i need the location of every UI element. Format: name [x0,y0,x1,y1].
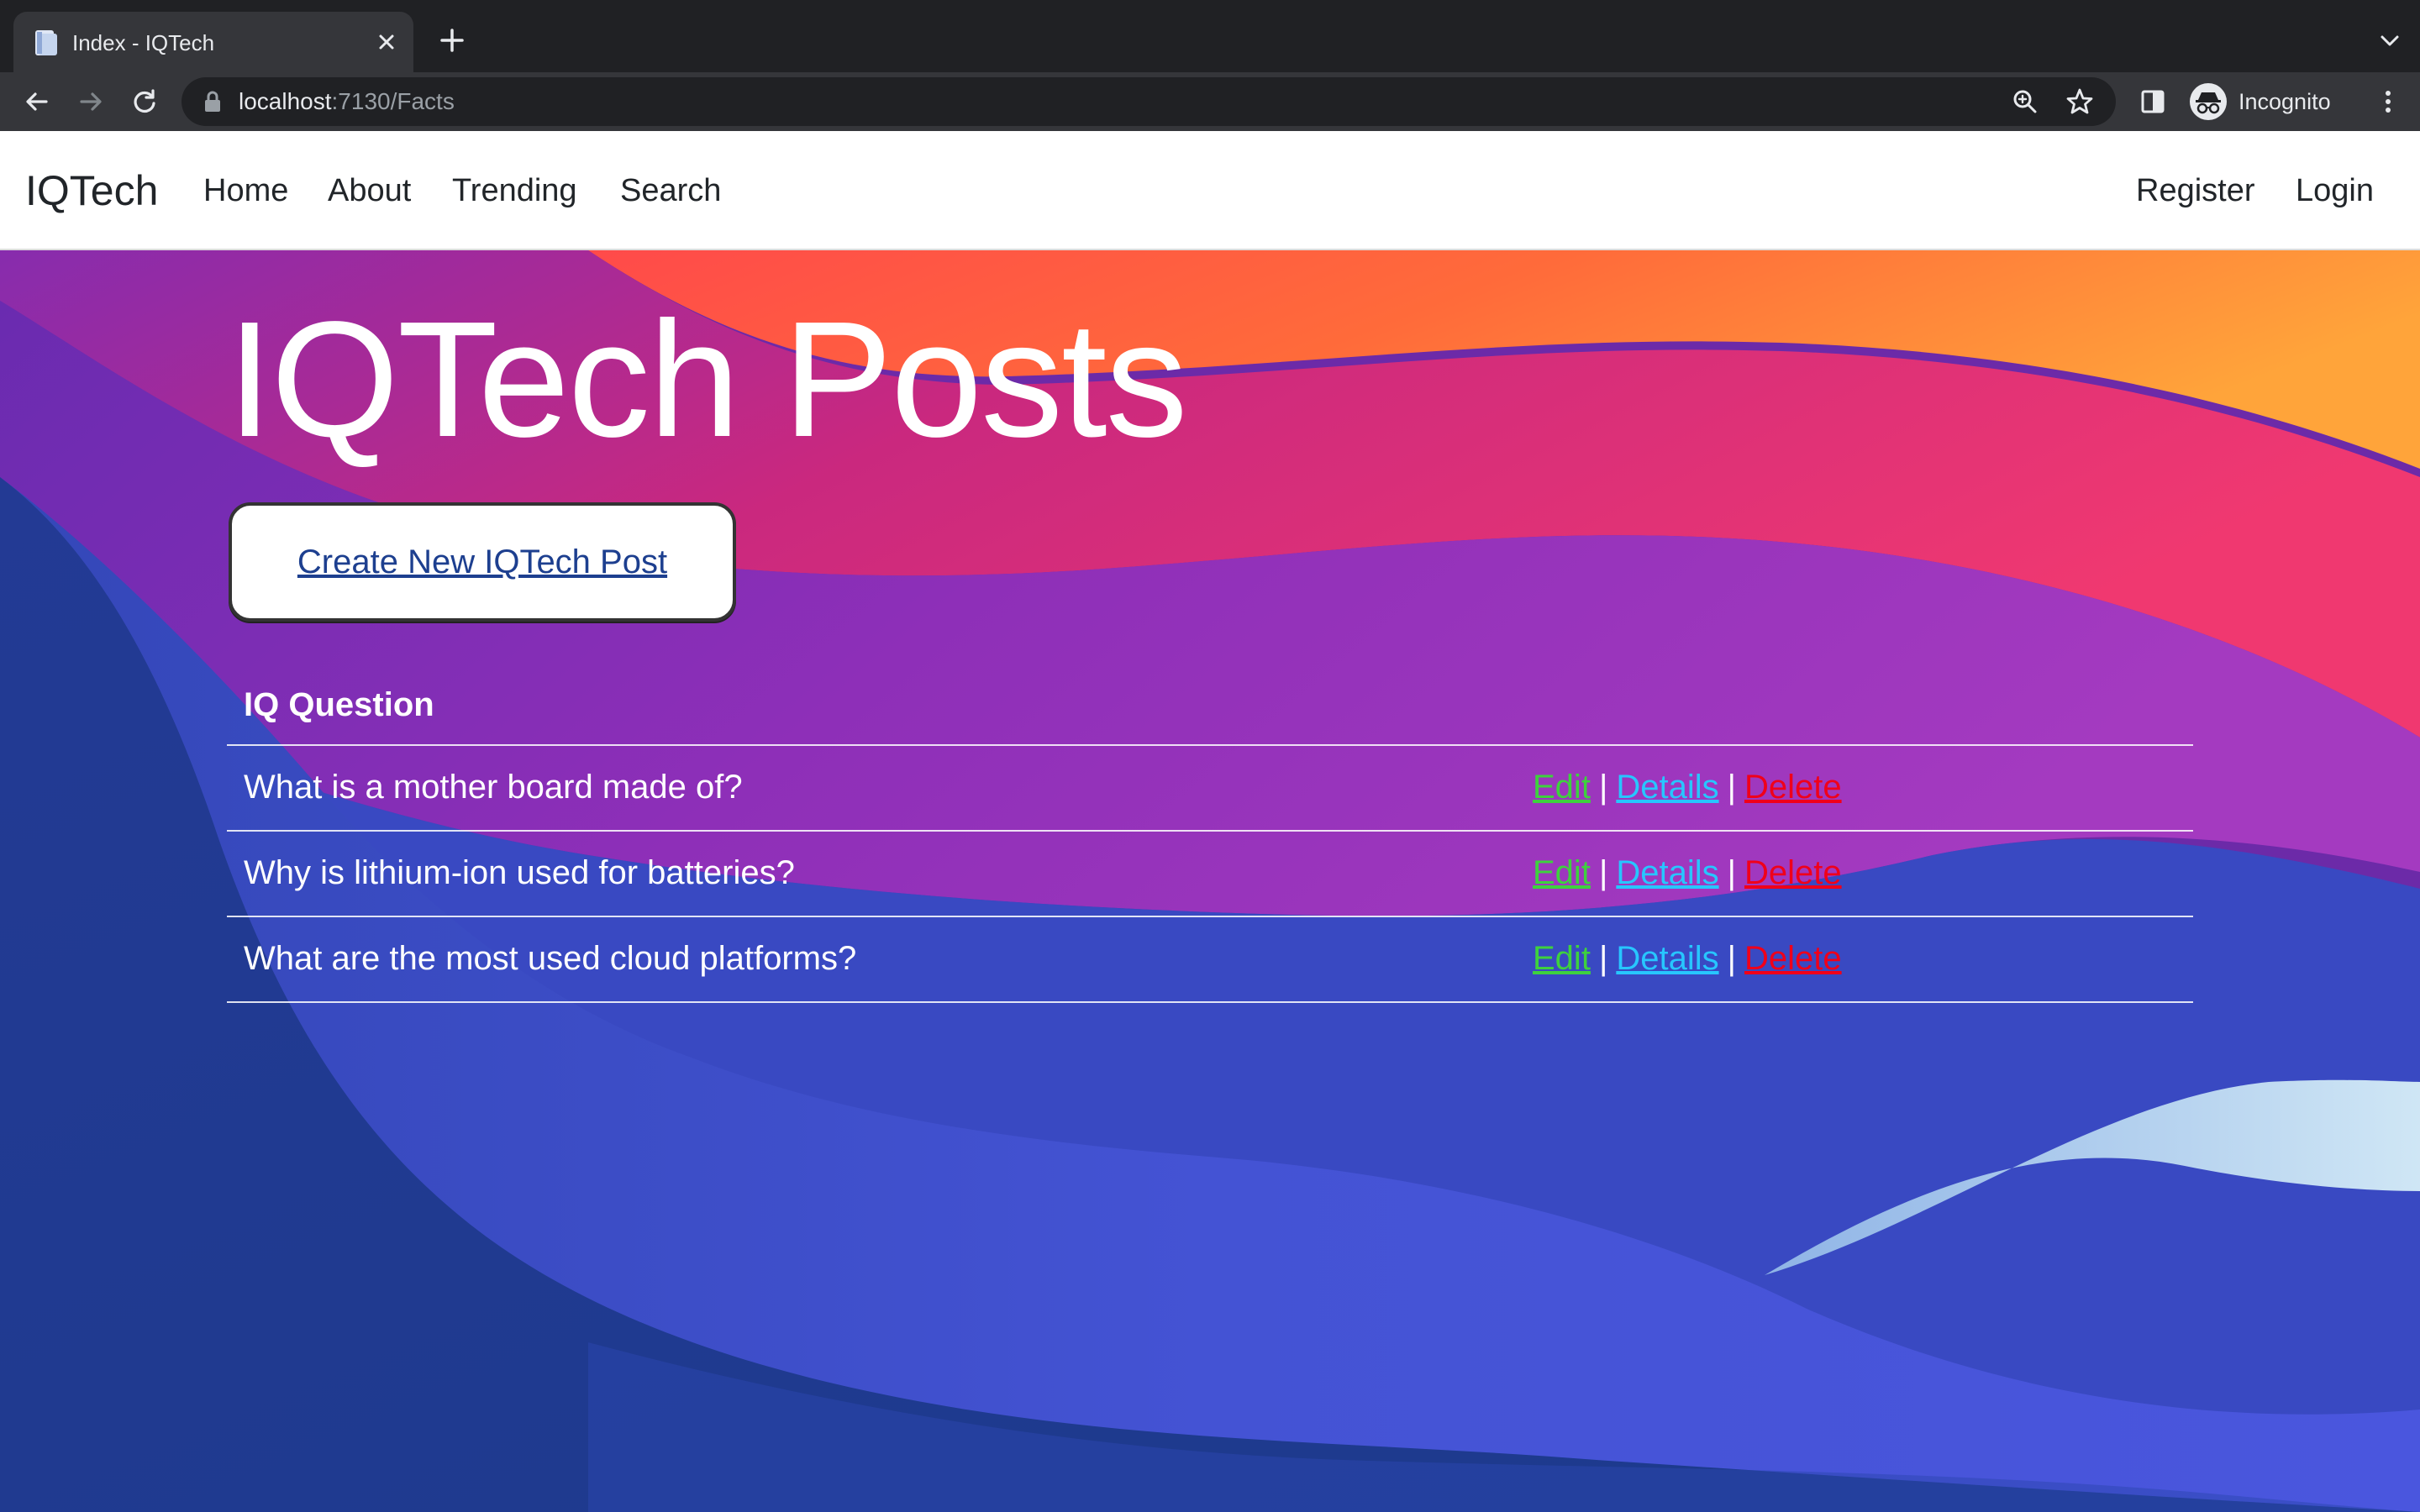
details-link[interactable]: Details [1616,854,1718,891]
incognito-label: Incognito [2238,89,2331,114]
lock-icon[interactable] [203,91,222,113]
delete-link[interactable]: Delete [1744,854,1842,891]
delete-link[interactable]: Delete [1744,769,1842,806]
separator: | [1727,940,1736,977]
site-navbar: IQTech Home About Trending Search Regist… [0,131,2420,250]
separator: | [1727,769,1736,806]
column-header-iq-question: IQ Question [244,686,434,723]
url-text[interactable]: localhost:7130/Facts [239,87,455,116]
delete-link[interactable]: Delete [1744,940,1842,977]
separator: | [1598,854,1608,891]
edit-link[interactable]: Edit [1533,769,1591,806]
reload-icon[interactable] [129,87,160,117]
table-header: IQ Question [227,667,2193,746]
back-icon[interactable] [22,87,52,117]
separator: | [1598,940,1608,977]
create-post-link[interactable]: Create New IQTech Post [232,506,733,618]
separator: | [1598,769,1608,806]
web-page: IQTech Home About Trending Search Regist… [0,131,2420,1512]
page-title: IQTech Posts [227,287,1188,471]
side-panel-icon[interactable] [2138,87,2168,117]
tab-title: Index - IQTech [72,30,215,55]
incognito-icon [2190,83,2227,120]
tab-close-icon[interactable] [371,27,402,57]
browser-tab[interactable]: Index - IQTech [13,12,413,72]
table-row: What are the most used cloud platforms? … [227,917,2193,1003]
nav-trending[interactable]: Trending [452,171,577,210]
details-link[interactable]: Details [1616,940,1718,977]
question-text: Why is lithium-ion used for batteries? [244,854,795,891]
row-actions: Edit | Details | Delete [1533,937,1842,979]
table-row: What is a mother board made of? Edit | Det… [227,746,2193,832]
tab-search-icon[interactable] [2375,25,2405,55]
nav-register[interactable]: Register [2136,171,2255,210]
bookmark-star-icon[interactable] [2064,86,2096,118]
profile-button[interactable]: Incognito [2181,81,2349,122]
posts-table: IQ Question What is a mother board made … [227,667,2193,1003]
browser-toolbar: localhost:7130/Facts Incognito [0,72,2420,131]
nav-home[interactable]: Home [203,171,288,210]
separator: | [1727,854,1736,891]
row-actions: Edit | Details | Delete [1533,766,1842,808]
brand-link[interactable]: IQTech [25,166,158,215]
new-tab-icon[interactable] [435,24,469,57]
question-text: What are the most used cloud platforms? [244,940,857,977]
edit-link[interactable]: Edit [1533,940,1591,977]
forward-icon[interactable] [76,87,106,117]
menu-icon[interactable] [2373,87,2403,117]
content-area: IQTech Posts Create New IQTech Post IQ Q… [0,250,2420,1512]
nav-about[interactable]: About [328,171,411,210]
row-actions: Edit | Details | Delete [1533,852,1842,894]
browser-tab-strip: Index - IQTech [0,0,2420,72]
nav-login[interactable]: Login [2296,171,2374,210]
nav-search[interactable]: Search [620,171,721,210]
question-text: What is a mother board made of? [244,769,743,806]
edit-link[interactable]: Edit [1533,854,1591,891]
address-bar[interactable]: localhost:7130/Facts [182,77,2116,126]
zoom-icon[interactable] [2010,87,2040,117]
table-row: Why is lithium-ion used for batteries? E… [227,832,2193,917]
create-post-button[interactable]: Create New IQTech Post [229,502,736,622]
details-link[interactable]: Details [1616,769,1718,806]
favicon-icon [35,30,57,55]
